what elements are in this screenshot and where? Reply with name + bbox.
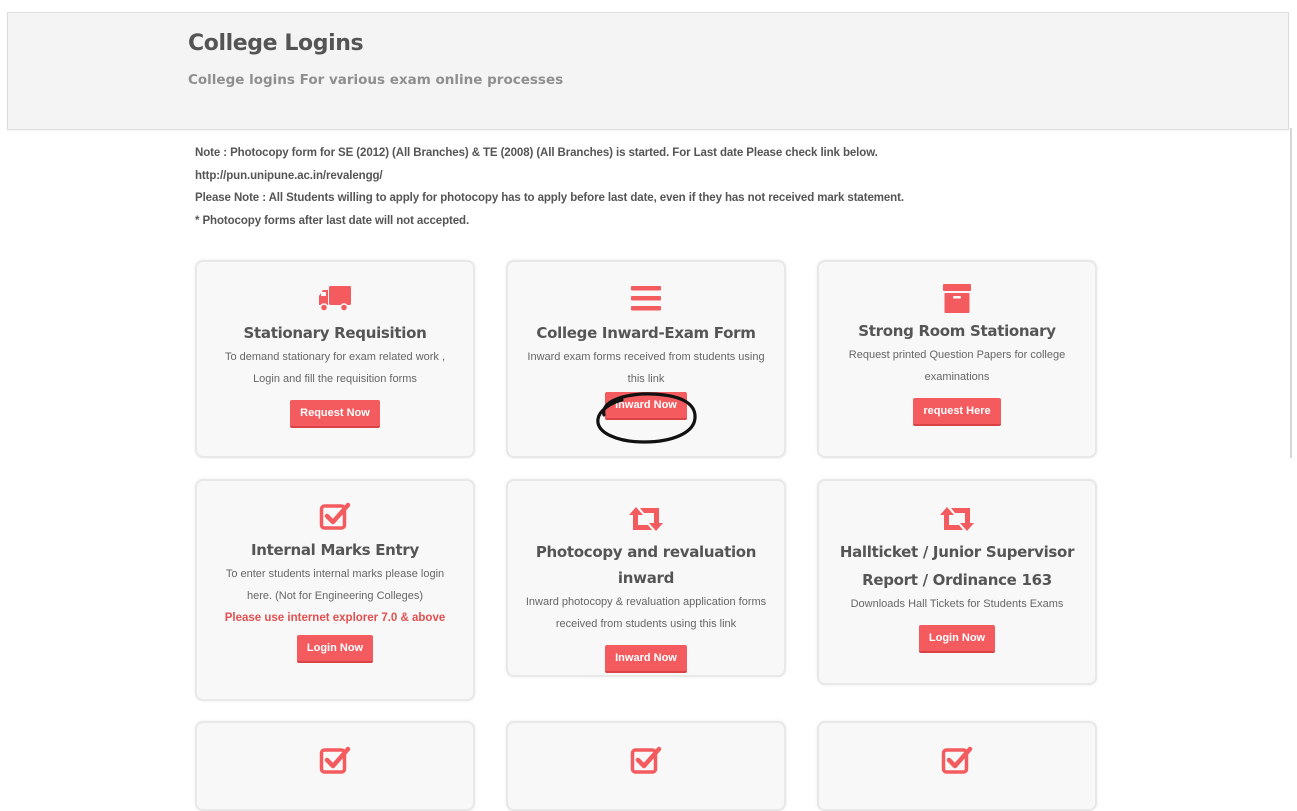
card-description: Downloads Hall Tickets for Students Exam… [819, 593, 1095, 615]
card-description-line: Login and fill the requisition forms [253, 373, 417, 385]
note-apply-before-last-date: Please Note : All Students willing to ap… [195, 192, 904, 204]
card-description-line: examinations [924, 371, 990, 383]
card-college-inward-exam-form: College Inward-Exam Form Inward exam for… [506, 260, 786, 458]
checkbox-icon [941, 746, 973, 774]
card-description-line: To enter students internal marks please … [225, 568, 445, 580]
request-now-button[interactable]: Request Now [290, 400, 380, 428]
inward-now-button[interactable]: Inward Now [605, 392, 687, 420]
card-row3-center [506, 721, 786, 811]
page-subtitle: College logins For various exam online p… [188, 72, 564, 88]
card-title: Photocopy and revaluation inward [535, 543, 757, 587]
card-title-line: Hallticket / Junior Supervisor [839, 543, 1075, 561]
notes-block: Note : Photocopy form for SE (2012) (All… [195, 142, 1095, 232]
card-title: Stationary Requisition [243, 324, 427, 342]
checkbox-icon [319, 502, 351, 530]
scrollbar-edge[interactable] [1290, 128, 1292, 458]
login-now-button[interactable]: Login Now [918, 625, 996, 653]
card-description-line: Inward exam forms received from students… [527, 351, 765, 363]
card-internal-marks-entry: Internal Marks Entry To enter students i… [195, 479, 475, 701]
request-here-button[interactable]: request Here [913, 398, 1001, 426]
card-description-line: here. (Not for Engineering Colleges) [246, 590, 424, 602]
archive-icon [943, 284, 971, 313]
note-photocopy-started: Note : Photocopy form for SE (2012) (All… [195, 147, 878, 159]
card-title: Strong Room Stationary [858, 322, 1056, 340]
card-description-line: Request printed Question Papers for coll… [848, 349, 1066, 361]
card-description-line: this link [627, 373, 665, 385]
card-description: Request printed Question Papers for coll… [819, 344, 1095, 388]
card-title: Internal Marks Entry [250, 541, 419, 559]
card-title: Hallticket / Junior Supervisor Report / … [819, 539, 1095, 593]
card-description-line: To demand stationary for exam related wo… [224, 351, 446, 363]
card-description: Inward photocopy & revaluation applicati… [508, 591, 784, 635]
checkbox-icon [319, 746, 351, 774]
card-description-line: Downloads Hall Tickets for Students Exam… [850, 598, 1064, 610]
card-row3-right [817, 721, 1097, 811]
card-stationary-requisition: Stationary Requisition To demand station… [195, 260, 475, 458]
card-strong-room-stationary: Strong Room Stationary Request printed Q… [817, 260, 1097, 458]
truck-icon [319, 286, 351, 312]
card-description: Inward exam forms received from students… [508, 346, 784, 390]
inward-now-button[interactable]: Inward Now [605, 645, 687, 673]
list-icon [631, 286, 661, 311]
browser-warning: Please use internet explorer 7.0 & above [224, 612, 446, 624]
page-title: College Logins [188, 31, 364, 56]
retweet-icon [629, 507, 663, 531]
card-hallticket-junior-supervisor: Hallticket / Junior Supervisor Report / … [817, 479, 1097, 685]
login-now-button[interactable]: Login Now [296, 635, 374, 663]
card-description-line: Inward photocopy & revaluation applicati… [525, 596, 767, 608]
card-description: To demand stationary for exam related wo… [197, 346, 473, 390]
page-header [7, 12, 1289, 130]
note-revaluation-link[interactable]: http://pun.unipune.ac.in/revalengg/ [195, 165, 1095, 188]
card-title: College Inward-Exam Form [536, 324, 756, 342]
retweet-icon [940, 507, 974, 531]
checkbox-icon [630, 746, 662, 774]
note-last-date-warning: * Photocopy forms after last date will n… [195, 214, 470, 227]
card-row3-left [195, 721, 475, 811]
card-photocopy-revaluation-inward: Photocopy and revaluation inward Inward … [506, 479, 786, 677]
card-title-line: Report / Ordinance 163 [862, 571, 1052, 589]
card-description-line: received from students using this link [555, 618, 737, 630]
card-description: To enter students internal marks please … [197, 563, 473, 607]
